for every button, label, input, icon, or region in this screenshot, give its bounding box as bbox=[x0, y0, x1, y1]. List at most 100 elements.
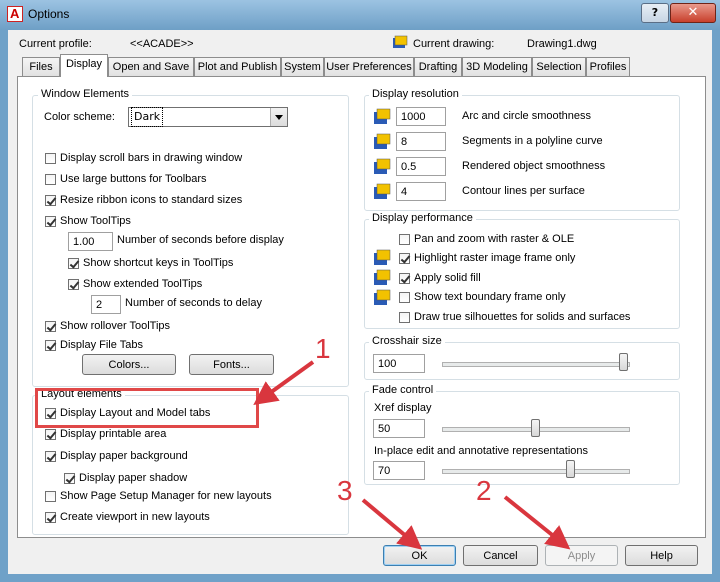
tab-selection[interactable]: Selection bbox=[532, 57, 586, 76]
tab-display[interactable]: Display bbox=[60, 54, 108, 77]
ok-button[interactable]: OK bbox=[383, 545, 456, 566]
callout-number-1: 1 bbox=[315, 333, 331, 364]
crosshair-slider-thumb[interactable] bbox=[619, 353, 628, 371]
show-shortcut-keys-option[interactable]: Show shortcut keys in ToolTips bbox=[68, 255, 233, 271]
inplace-slider-thumb[interactable] bbox=[565, 460, 575, 478]
help-icon-button[interactable]: ? bbox=[641, 3, 669, 23]
title-bar: A Options ? ✕ bbox=[0, 0, 720, 30]
pan-zoom-raster-checkbox[interactable] bbox=[399, 233, 410, 245]
inplace-slider-track[interactable] bbox=[442, 469, 630, 474]
drawing-saved-icon bbox=[374, 158, 391, 174]
tab-3d-modeling[interactable]: 3D Modeling bbox=[462, 57, 532, 76]
rendered-smoothness-input[interactable]: 0.5 bbox=[396, 157, 446, 176]
show-rollover-tooltips-label: Show rollover ToolTips bbox=[60, 320, 171, 332]
draw-true-silhouettes-checkbox[interactable] bbox=[399, 311, 410, 323]
show-tooltips-option[interactable]: Show ToolTips bbox=[45, 213, 131, 229]
drawing-saved-icon bbox=[374, 108, 391, 124]
display-paper-shadow-checkbox[interactable] bbox=[64, 472, 75, 484]
draw-true-silhouettes-option[interactable]: Draw true silhouettes for solids and sur… bbox=[399, 309, 630, 325]
tab-user-preferences[interactable]: User Preferences bbox=[324, 57, 414, 76]
inplace-edit-input[interactable]: 70 bbox=[373, 461, 425, 480]
current-drawing-value: Drawing1.dwg bbox=[527, 38, 597, 50]
use-large-buttons-checkbox[interactable] bbox=[45, 173, 56, 185]
apply-solid-fill-label: Apply solid fill bbox=[414, 272, 481, 284]
tab-system[interactable]: System bbox=[281, 57, 324, 76]
display-printable-area-checkbox[interactable] bbox=[45, 428, 56, 440]
show-page-setup-manager-checkbox[interactable] bbox=[45, 490, 56, 502]
resize-ribbon-icons-option[interactable]: Resize ribbon icons to standard sizes bbox=[45, 192, 242, 208]
current-profile-value: <<ACADE>> bbox=[130, 38, 194, 50]
fade-control-title: Fade control bbox=[369, 384, 437, 396]
extended-delay-label: Number of seconds to delay bbox=[125, 297, 262, 309]
show-shortcut-keys-label: Show shortcut keys in ToolTips bbox=[83, 257, 234, 269]
tab-profiles[interactable]: Profiles bbox=[586, 57, 630, 76]
current-drawing-label: Current drawing: bbox=[413, 38, 495, 50]
polyline-segments-input[interactable]: 8 bbox=[396, 132, 446, 151]
polyline-segments-label: Segments in a polyline curve bbox=[462, 135, 603, 147]
show-tooltips-checkbox[interactable] bbox=[45, 215, 56, 227]
show-page-setup-manager-option[interactable]: Show Page Setup Manager for new layouts bbox=[45, 488, 272, 504]
show-shortcut-keys-checkbox[interactable] bbox=[68, 257, 79, 269]
show-text-boundary-checkbox[interactable] bbox=[399, 291, 410, 303]
display-scroll-bars-checkbox[interactable] bbox=[45, 152, 56, 164]
show-rollover-tooltips-option[interactable]: Show rollover ToolTips bbox=[45, 318, 170, 334]
cancel-button[interactable]: Cancel bbox=[463, 545, 538, 566]
display-file-tabs-option[interactable]: Display File Tabs bbox=[45, 337, 143, 353]
color-scheme-dropdown[interactable]: Dark bbox=[128, 107, 288, 127]
display-printable-area-label: Display printable area bbox=[60, 428, 167, 440]
show-tooltips-label: Show ToolTips bbox=[60, 215, 131, 227]
show-rollover-tooltips-checkbox[interactable] bbox=[45, 320, 56, 332]
fonts-button[interactable]: Fonts... bbox=[189, 354, 274, 375]
show-extended-tooltips-option[interactable]: Show extended ToolTips bbox=[68, 276, 202, 292]
chevron-down-icon[interactable] bbox=[270, 108, 287, 126]
contour-lines-label: Contour lines per surface bbox=[462, 185, 585, 197]
close-button[interactable]: ✕ bbox=[670, 3, 716, 23]
display-printable-area-option[interactable]: Display printable area bbox=[45, 426, 166, 442]
highlight-raster-checkbox[interactable] bbox=[399, 252, 410, 264]
colors-button[interactable]: Colors... bbox=[82, 354, 176, 375]
create-viewport-checkbox[interactable] bbox=[45, 511, 56, 523]
help-button[interactable]: Help bbox=[625, 545, 698, 566]
show-text-boundary-option[interactable]: Show text boundary frame only bbox=[399, 289, 566, 305]
contour-lines-input[interactable]: 4 bbox=[396, 182, 446, 201]
display-paper-shadow-option[interactable]: Display paper shadow bbox=[64, 470, 187, 486]
resize-ribbon-icons-checkbox[interactable] bbox=[45, 194, 56, 206]
apply-solid-fill-checkbox[interactable] bbox=[399, 272, 410, 284]
display-scroll-bars-option[interactable]: Display scroll bars in drawing window bbox=[45, 150, 242, 166]
resize-ribbon-icons-label: Resize ribbon icons to standard sizes bbox=[60, 194, 243, 206]
xref-slider-thumb[interactable] bbox=[530, 419, 540, 437]
tab-drafting[interactable]: Drafting bbox=[414, 57, 462, 76]
use-large-buttons-label: Use large buttons for Toolbars bbox=[60, 173, 207, 185]
drawing-saved-icon bbox=[374, 133, 391, 149]
highlight-raster-label: Highlight raster image frame only bbox=[414, 252, 576, 264]
tooltip-seconds-input[interactable]: 1.00 bbox=[68, 232, 113, 251]
crosshair-size-input[interactable]: 100 bbox=[373, 354, 425, 373]
tab-plot-and-publish[interactable]: Plot and Publish bbox=[194, 57, 281, 76]
draw-true-silhouettes-label: Draw true silhouettes for solids and sur… bbox=[414, 311, 631, 323]
apply-button[interactable]: Apply bbox=[545, 545, 618, 566]
display-paper-shadow-label: Display paper shadow bbox=[79, 472, 188, 484]
autocad-logo-icon: A bbox=[7, 6, 23, 22]
display-scroll-bars-label: Display scroll bars in drawing window bbox=[60, 152, 243, 164]
display-paper-background-checkbox[interactable] bbox=[45, 450, 56, 462]
pan-zoom-raster-option[interactable]: Pan and zoom with raster & OLE bbox=[399, 231, 574, 247]
display-file-tabs-checkbox[interactable] bbox=[45, 339, 56, 351]
highlight-raster-option[interactable]: Highlight raster image frame only bbox=[399, 250, 575, 266]
use-large-buttons-option[interactable]: Use large buttons for Toolbars bbox=[45, 171, 207, 187]
window-elements-title: Window Elements bbox=[38, 88, 133, 100]
show-page-setup-manager-label: Show Page Setup Manager for new layouts bbox=[60, 490, 272, 502]
xref-display-label: Xref display bbox=[374, 402, 432, 414]
tab-open-and-save[interactable]: Open and Save bbox=[108, 57, 194, 76]
current-profile-label: Current profile: bbox=[19, 38, 92, 50]
crosshair-slider-track[interactable] bbox=[442, 362, 630, 367]
show-extended-tooltips-checkbox[interactable] bbox=[68, 278, 79, 290]
display-paper-background-option[interactable]: Display paper background bbox=[45, 448, 188, 464]
extended-delay-input[interactable]: 2 bbox=[91, 295, 121, 314]
xref-display-input[interactable]: 50 bbox=[373, 419, 425, 438]
tab-files[interactable]: Files bbox=[22, 57, 60, 76]
display-performance-title: Display performance bbox=[369, 212, 476, 224]
tooltip-seconds-label: Number of seconds before display bbox=[117, 234, 284, 246]
apply-solid-fill-option[interactable]: Apply solid fill bbox=[399, 270, 481, 286]
arc-smoothness-input[interactable]: 1000 bbox=[396, 107, 446, 126]
create-viewport-option[interactable]: Create viewport in new layouts bbox=[45, 509, 210, 525]
